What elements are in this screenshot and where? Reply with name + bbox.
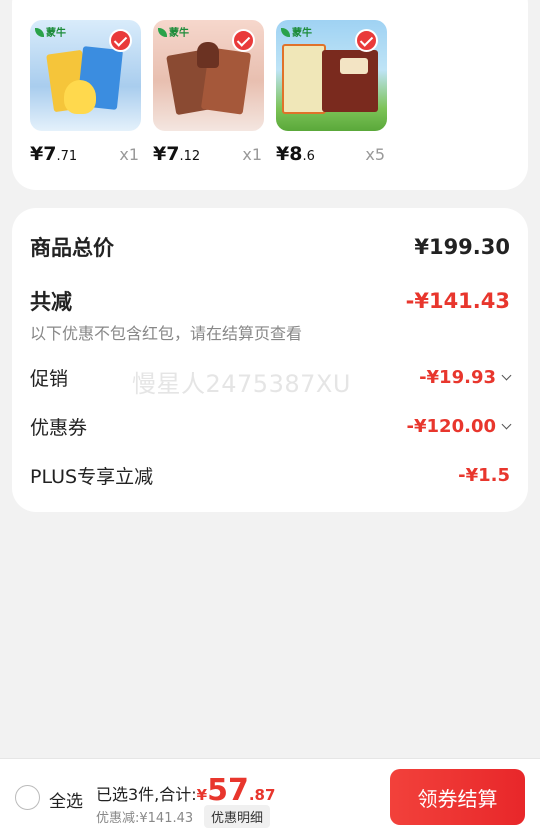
checkout-button[interactable]: 领券结算 (390, 769, 525, 825)
product-image[interactable]: 蒙牛 (30, 20, 141, 131)
promo-label: 促销 (30, 368, 69, 390)
checked-icon[interactable] (109, 29, 132, 52)
selected-summary: 已选3件,合计:¥57.87 (96, 773, 276, 808)
coupon-row[interactable]: 优惠券 -¥120.00 (30, 413, 512, 440)
price-summary-card: 商品总价 ¥199.30 共减 -¥141.43 以下优惠不包含红包，请在结算页… (12, 208, 528, 512)
product-item[interactable]: 蒙牛 ¥7.12 x1 (153, 20, 264, 165)
total-row: 商品总价 ¥199.30 (30, 232, 510, 262)
promo-value: -¥19.93 (419, 367, 496, 388)
select-all-radio[interactable] (15, 785, 40, 810)
product-list: 蒙牛 ¥7.71 x1 蒙牛 ¥7.12 x1 蒙牛 ¥8.6 x5 (30, 20, 399, 165)
total-value: ¥199.30 (414, 235, 510, 259)
product-item[interactable]: 蒙牛 ¥8.6 x5 (276, 20, 387, 165)
product-quantity: x5 (365, 145, 385, 164)
total-integer: 57 (207, 773, 249, 808)
brand-logo: 蒙牛 (281, 24, 312, 39)
product-image[interactable]: 蒙牛 (153, 20, 264, 131)
total-decimal: .87 (248, 786, 276, 804)
product-quantity: x1 (119, 145, 139, 164)
discount-note: 以下优惠不包含红包，请在结算页查看 (30, 324, 303, 343)
product-price: ¥7.71 (30, 143, 78, 165)
product-quantity: x1 (242, 145, 262, 164)
product-item[interactable]: 蒙牛 ¥7.71 x1 (30, 20, 141, 165)
checked-icon[interactable] (355, 29, 378, 52)
reduce-row: 共减 -¥141.43 (30, 286, 510, 316)
discount-amount: 优惠减:¥141.43 (96, 811, 194, 826)
plus-value: -¥1.5 (458, 465, 510, 486)
total-label: 商品总价 (30, 236, 114, 260)
coupon-label: 优惠券 (30, 417, 88, 439)
reduce-label: 共减 (30, 290, 72, 314)
brand-logo: 蒙牛 (158, 24, 189, 39)
checked-icon[interactable] (232, 29, 255, 52)
watermark: 慢星人2475387XU (132, 370, 351, 398)
chevron-down-icon[interactable] (501, 419, 512, 430)
reduce-value: -¥141.43 (405, 289, 510, 313)
brand-logo: 蒙牛 (35, 24, 66, 39)
chevron-down-icon[interactable] (501, 370, 512, 381)
plus-row: PLUS专享立减 -¥1.5 (30, 462, 510, 489)
select-all-label[interactable]: 全选 (49, 787, 83, 812)
coupon-value: -¥120.00 (406, 416, 496, 437)
product-price: ¥7.12 (153, 143, 201, 165)
product-image[interactable]: 蒙牛 (276, 20, 387, 131)
discount-detail-button[interactable]: 优惠明细 (204, 805, 271, 828)
plus-label: PLUS专享立减 (30, 466, 154, 488)
checkout-bar: 全选 已选3件,合计:¥57.87 优惠减:¥141.43 优惠明细 领券结算 (0, 758, 540, 834)
product-price: ¥8.6 (276, 143, 315, 165)
selected-products-card: 蒙牛 ¥7.71 x1 蒙牛 ¥7.12 x1 蒙牛 ¥8.6 x5 (12, 0, 528, 190)
